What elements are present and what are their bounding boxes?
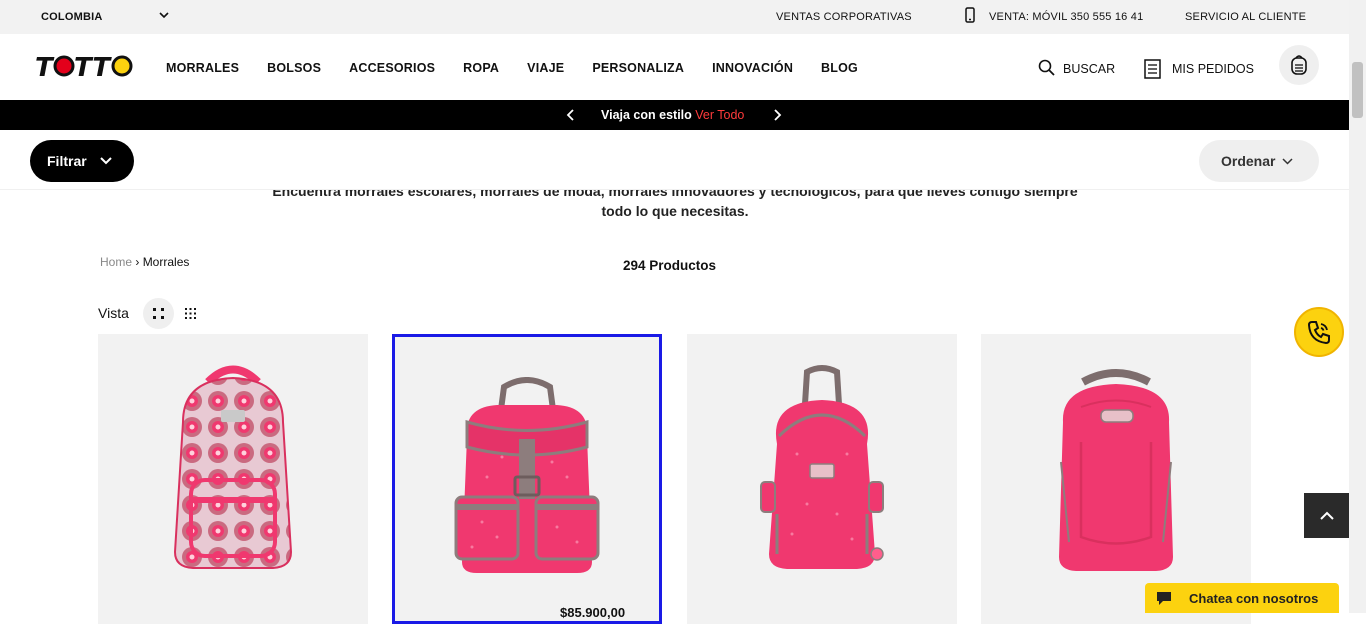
product-image — [173, 365, 293, 569]
nav-item-innovacion[interactable]: INNOVACIÓN — [712, 61, 793, 75]
nav-item-morrales[interactable]: MORRALES — [166, 61, 239, 75]
filter-button[interactable]: Filtrar — [30, 140, 134, 182]
search-icon[interactable] — [1038, 59, 1056, 77]
nav-item-accesorios[interactable]: ACCESORIOS — [349, 61, 435, 75]
breadcrumb-separator: › — [132, 255, 143, 269]
breadcrumb-current: Morrales — [142, 255, 190, 269]
filter-label: Filtrar — [47, 153, 87, 169]
customer-service-link[interactable]: SERVICIO AL CLIENTE — [1185, 11, 1306, 23]
chevron-left-icon[interactable] — [566, 108, 576, 122]
sort-button[interactable]: Ordenar — [1199, 140, 1319, 182]
nav-item-bolsos[interactable]: BOLSOS — [267, 61, 321, 75]
my-orders-link[interactable]: MIS PEDIDOS — [1172, 62, 1254, 76]
chevron-down-icon[interactable] — [158, 9, 170, 21]
nav-item-viaje[interactable]: VIAJE — [527, 61, 564, 75]
product-count: 294 Productos — [623, 258, 717, 273]
product-image — [454, 377, 600, 573]
top-bar: COLOMBIA VENTAS CORPORATIVAS VENTA: MÓVI… — [0, 0, 1349, 34]
chat-widget[interactable]: Chatea con nosotros — [1145, 583, 1339, 613]
call-button[interactable] — [1294, 307, 1344, 357]
promo-banner: Viaja con estilo Ver Todo — [0, 100, 1349, 130]
view-label: Vista — [98, 305, 129, 321]
chevron-up-icon — [1319, 511, 1334, 520]
promo-link[interactable]: Ver Todo — [695, 108, 744, 122]
grid-4-view-button[interactable] — [180, 303, 200, 323]
chevron-right-icon[interactable] — [772, 108, 782, 122]
totto-logo[interactable]: T TT — [34, 48, 136, 84]
sort-label: Ordenar — [1221, 153, 1276, 169]
scrollbar-thumb[interactable] — [1352, 62, 1363, 118]
svg-text:TT: TT — [74, 53, 112, 83]
breadcrumb: Home › Morrales — [100, 255, 189, 269]
country-selector[interactable]: COLOMBIA — [41, 11, 102, 23]
product-image — [760, 365, 884, 569]
sales-phone[interactable]: VENTA: MÓVIL 350 555 16 41 — [989, 11, 1143, 23]
nav-item-blog[interactable]: BLOG — [821, 61, 858, 75]
grid-2-view-button[interactable] — [143, 298, 174, 329]
product-card[interactable] — [98, 334, 368, 624]
search-button[interactable]: BUSCAR — [1063, 62, 1115, 76]
corporate-sales-link[interactable]: VENTAS CORPORATIVAS — [776, 11, 912, 23]
product-image — [1059, 369, 1173, 571]
product-card[interactable] — [981, 334, 1251, 624]
main-header: T TT MORRALES BOLSOS ACCESORIOS ROPA VIA… — [0, 34, 1349, 100]
backpack-cart-icon — [1291, 55, 1307, 75]
grid-2-icon — [153, 308, 164, 319]
nav-item-ropa[interactable]: ROPA — [463, 61, 499, 75]
cart-button[interactable] — [1279, 45, 1319, 85]
grid-4-icon — [184, 307, 196, 319]
promo-message: Viaja con estilo — [601, 108, 692, 122]
svg-text:T: T — [35, 53, 55, 83]
chat-bubble-icon — [1157, 592, 1171, 605]
back-to-top-button[interactable] — [1304, 493, 1349, 538]
chat-label: Chatea con nosotros — [1189, 590, 1319, 606]
chevron-down-icon — [1282, 157, 1293, 165]
chevron-down-icon — [99, 157, 112, 165]
promo-text: Viaja con estilo Ver Todo — [601, 108, 744, 122]
orders-list-icon[interactable] — [1144, 59, 1161, 79]
main-nav: MORRALES BOLSOS ACCESORIOS ROPA VIAJE PE… — [166, 61, 886, 75]
breadcrumb-home[interactable]: Home — [100, 255, 132, 269]
filter-bar: Filtrar Ordenar — [0, 130, 1349, 190]
product-card-selected[interactable]: $85.900,00 — [392, 334, 662, 624]
phone-call-icon — [1307, 321, 1330, 345]
mobile-phone-icon — [965, 7, 975, 23]
product-card[interactable] — [687, 334, 957, 624]
nav-item-personaliza[interactable]: PERSONALIZA — [592, 61, 684, 75]
